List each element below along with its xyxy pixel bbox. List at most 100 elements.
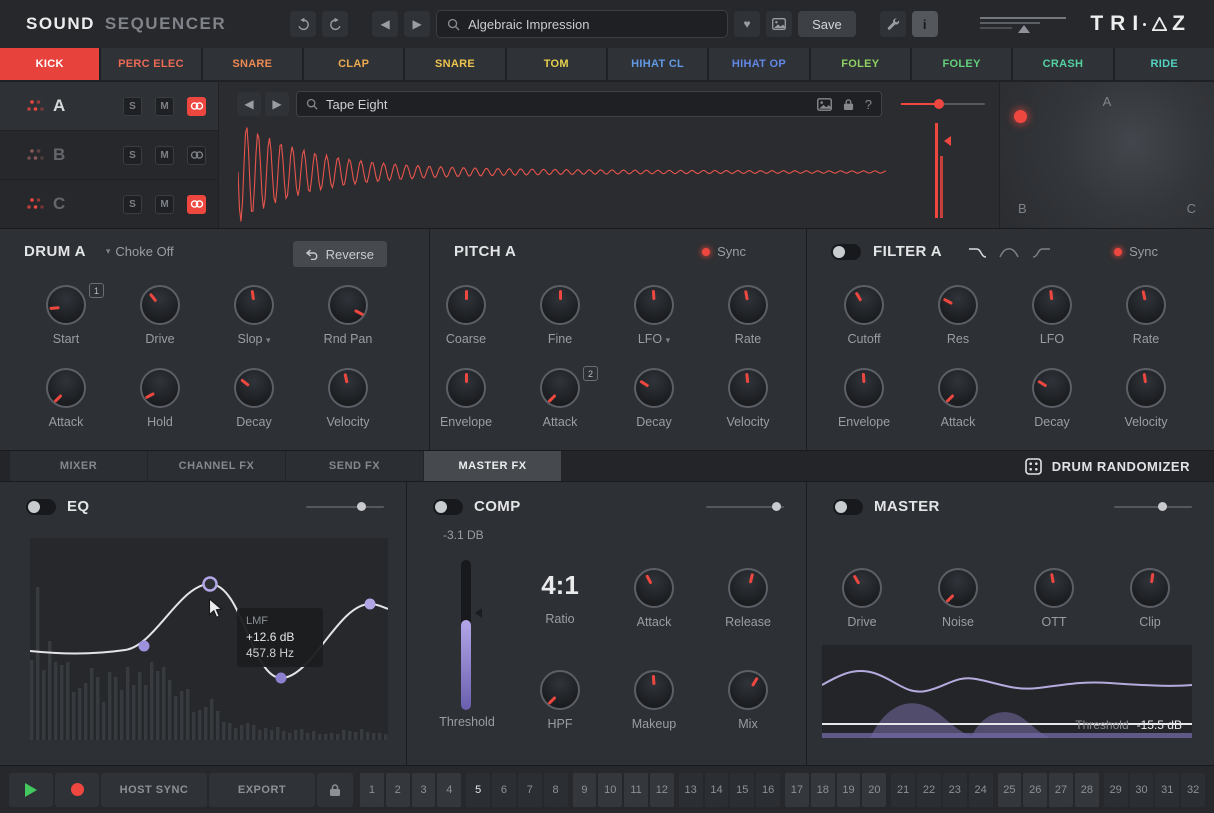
knob-dial[interactable] [938, 368, 978, 408]
knob-dial[interactable] [1126, 368, 1166, 408]
eq-node-lmf-selected[interactable] [204, 578, 217, 591]
step-21[interactable]: 21 [891, 773, 915, 807]
knob-dial[interactable] [938, 285, 978, 325]
step-23[interactable]: 23 [943, 773, 967, 807]
step-30[interactable]: 30 [1130, 773, 1154, 807]
knob-dial[interactable] [446, 285, 486, 325]
pad-snare[interactable]: SNARE [203, 48, 302, 80]
step-4[interactable]: 4 [437, 773, 461, 807]
step-31[interactable]: 31 [1155, 773, 1179, 807]
knob-dial[interactable] [844, 368, 884, 408]
volume-handle[interactable] [1018, 25, 1030, 33]
mute-button[interactable]: M [155, 195, 174, 214]
pad-snare[interactable]: SNARE [405, 48, 504, 80]
tab-mixer[interactable]: MIXER [10, 451, 147, 481]
layer-row-c[interactable]: CSM [0, 180, 218, 228]
ratio-value[interactable]: 4:1 [510, 570, 610, 601]
knob-label[interactable]: Slop ▾ [237, 332, 270, 346]
knob-dial[interactable] [140, 368, 180, 408]
step-20[interactable]: 20 [862, 773, 886, 807]
knob-dial[interactable] [328, 368, 368, 408]
prev-preset-button[interactable]: ◀ [372, 11, 398, 37]
choke-select[interactable]: ▾ Choke Off [106, 244, 174, 259]
solo-button[interactable]: S [123, 97, 142, 116]
step-18[interactable]: 18 [811, 773, 835, 807]
knob-dial[interactable] [1034, 568, 1074, 608]
host-sync-button[interactable]: HOST SYNC [101, 773, 207, 807]
eq-node-hmf[interactable] [276, 673, 287, 684]
step-5[interactable]: 5 [466, 773, 490, 807]
knob-dial[interactable] [234, 285, 274, 325]
bandpass-icon[interactable] [999, 245, 1020, 259]
master-mix-slider[interactable] [1114, 506, 1192, 508]
comp-mix-slider[interactable] [706, 506, 784, 508]
next-preset-button[interactable]: ▶ [404, 11, 430, 37]
waveform-display[interactable] [238, 122, 888, 222]
step-27[interactable]: 27 [1049, 773, 1073, 807]
master-threshold-display[interactable]: Threshold-15.5 dB [822, 645, 1192, 738]
meter-marker[interactable] [944, 136, 951, 146]
prev-sample-button[interactable]: ◀ [237, 92, 261, 116]
eq-node-hf[interactable] [365, 599, 376, 610]
pad-hihat-op[interactable]: HIHAT OP [709, 48, 808, 80]
pitch-sync-toggle[interactable]: Sync [702, 244, 746, 259]
mute-button[interactable]: M [155, 97, 174, 116]
knob-dial[interactable] [446, 368, 486, 408]
sample-lock-icon[interactable] [843, 98, 854, 111]
sample-volume-slider[interactable] [901, 99, 985, 109]
filter-sync-toggle[interactable]: Sync [1114, 244, 1158, 259]
knob-label[interactable]: LFO ▾ [638, 332, 670, 346]
tab-master-fx[interactable]: MASTER FX [424, 451, 561, 481]
output-volume-slider[interactable] [978, 11, 1070, 37]
highpass-icon[interactable] [1030, 245, 1051, 259]
pattern-lock-button[interactable] [317, 773, 353, 807]
slider-handle[interactable] [1158, 502, 1167, 511]
settings-wrench-button[interactable] [880, 11, 906, 37]
tab-sound[interactable]: SOUND [26, 14, 95, 34]
step-1[interactable]: 1 [360, 773, 384, 807]
link-button[interactable] [187, 146, 206, 165]
step-16[interactable]: 16 [756, 773, 780, 807]
step-9[interactable]: 9 [573, 773, 597, 807]
xy-handle[interactable] [1014, 110, 1027, 123]
record-button[interactable] [55, 773, 99, 807]
knob-dial[interactable] [140, 285, 180, 325]
knob-dial[interactable] [844, 285, 884, 325]
pad-hihat-cl[interactable]: HIHAT CL [608, 48, 707, 80]
next-sample-button[interactable]: ▶ [265, 92, 289, 116]
step-17[interactable]: 17 [785, 773, 809, 807]
reverse-button[interactable]: Reverse [293, 241, 387, 267]
sample-help-icon[interactable]: ? [865, 97, 872, 112]
pad-kick[interactable]: KICK [0, 48, 99, 80]
knob-dial[interactable] [728, 368, 768, 408]
pad-foley[interactable]: FOLEY [811, 48, 910, 80]
knob-dial[interactable] [634, 285, 674, 325]
step-29[interactable]: 29 [1104, 773, 1128, 807]
step-25[interactable]: 25 [998, 773, 1022, 807]
favorite-button[interactable]: ♥ [734, 11, 760, 37]
link-button[interactable] [187, 97, 206, 116]
step-14[interactable]: 14 [705, 773, 729, 807]
knob-dial[interactable] [728, 670, 768, 710]
step-28[interactable]: 28 [1075, 773, 1099, 807]
knob-dial[interactable] [728, 568, 768, 608]
step-3[interactable]: 3 [412, 773, 436, 807]
step-13[interactable]: 13 [679, 773, 703, 807]
slider-handle[interactable] [357, 502, 366, 511]
slider-handle[interactable] [772, 502, 781, 511]
layer-row-a[interactable]: ASM [0, 82, 218, 130]
lowpass-icon[interactable] [968, 245, 989, 259]
knob-dial[interactable] [634, 368, 674, 408]
sample-image-icon[interactable] [817, 98, 832, 111]
play-button[interactable] [9, 773, 53, 807]
eq-mix-slider[interactable] [306, 506, 384, 508]
step-8[interactable]: 8 [544, 773, 568, 807]
undo-button[interactable] [290, 11, 316, 37]
eq-graph[interactable] [30, 538, 388, 740]
eq-power-toggle[interactable] [26, 499, 56, 515]
threshold-slider[interactable] [461, 560, 471, 710]
pad-foley[interactable]: FOLEY [912, 48, 1011, 80]
step-10[interactable]: 10 [598, 773, 622, 807]
layer-xy-pad[interactable]: A B C [1000, 82, 1214, 228]
knob-dial[interactable] [540, 368, 580, 408]
